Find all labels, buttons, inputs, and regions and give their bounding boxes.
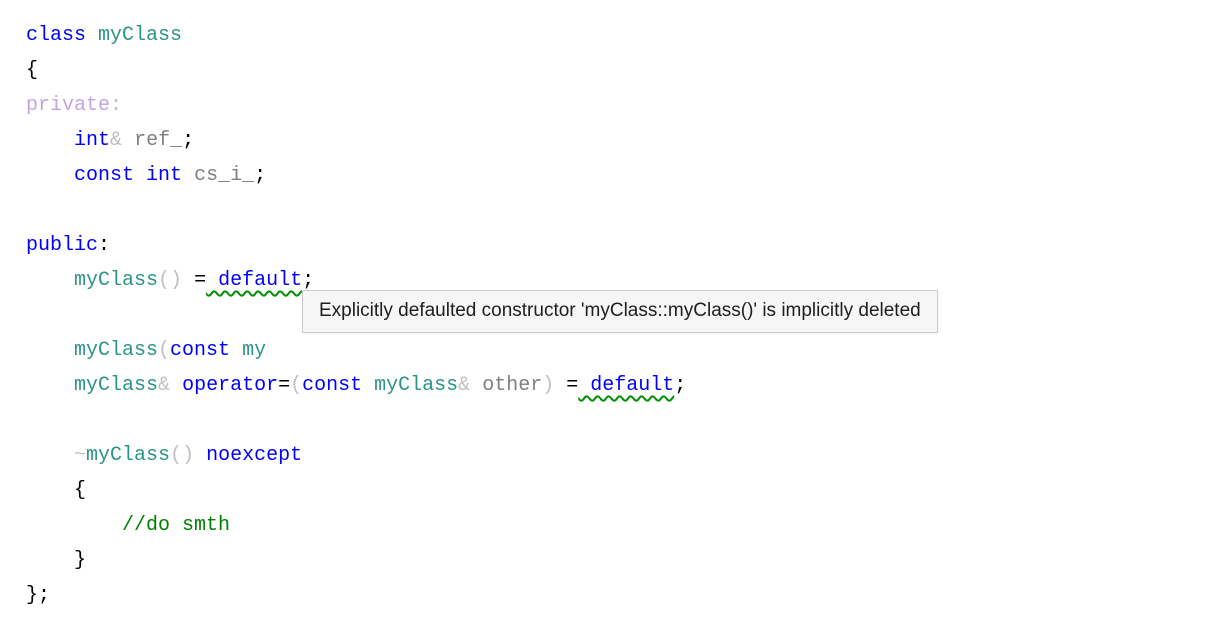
param-myclass: myClass [374, 374, 458, 397]
keyword-class: class [26, 24, 86, 47]
assign-op-symbol: = [278, 374, 290, 397]
colon: : [110, 94, 122, 117]
copy-ctor-myclass: myClass [74, 339, 158, 362]
amp-2: & [158, 374, 170, 397]
semi-3: ; [302, 269, 314, 292]
semi-5: ; [674, 374, 686, 397]
type-myclass: myClass [98, 24, 182, 47]
keyword-const-3: const [302, 374, 362, 397]
keyword-default-2[interactable]: default [578, 374, 674, 397]
paren-open-2: ( [158, 339, 170, 362]
keyword-noexcept: noexcept [206, 444, 302, 467]
keyword-public: public [26, 234, 98, 257]
semi-2: ; [254, 164, 266, 187]
keyword-int: int [74, 129, 110, 152]
partial-my: my [242, 339, 266, 362]
dtor-myclass: myClass [86, 444, 170, 467]
eq-3: = [566, 374, 578, 397]
ident-other: other [482, 374, 542, 397]
keyword-const-1: const [74, 164, 134, 187]
brace-open-2: { [74, 479, 86, 502]
amp-3: & [458, 374, 470, 397]
keyword-default-1[interactable]: default [206, 269, 302, 292]
brace-close: } [26, 584, 38, 607]
keyword-int-2: int [146, 164, 182, 187]
keyword-private: private [26, 94, 110, 117]
colon-2: : [98, 234, 110, 257]
tilde: ~ [74, 444, 86, 467]
paren-open-3: ( [290, 374, 302, 397]
ident-ref: ref_ [134, 129, 182, 152]
ctor-myclass: myClass [74, 269, 158, 292]
semi-1: ; [182, 129, 194, 152]
brace-open: { [26, 59, 38, 82]
ident-csi: cs_i_ [194, 164, 254, 187]
paren-close-3: ) [542, 374, 554, 397]
paren-close-1: ) [170, 269, 182, 292]
assign-myclass: myClass [74, 374, 158, 397]
paren-open-1: ( [158, 269, 170, 292]
paren-close-d: ) [182, 444, 194, 467]
semi-end: ; [38, 584, 50, 607]
diagnostic-tooltip: Explicitly defaulted constructor 'myClas… [302, 290, 938, 333]
keyword-operator: operator [182, 374, 278, 397]
brace-close-2: } [74, 549, 86, 572]
keyword-const-hidden: const [170, 339, 230, 362]
amp-1: & [110, 129, 122, 152]
eq-1: = [194, 269, 206, 292]
comment-do-smth: //do smth [122, 514, 230, 537]
paren-open-d: ( [170, 444, 182, 467]
